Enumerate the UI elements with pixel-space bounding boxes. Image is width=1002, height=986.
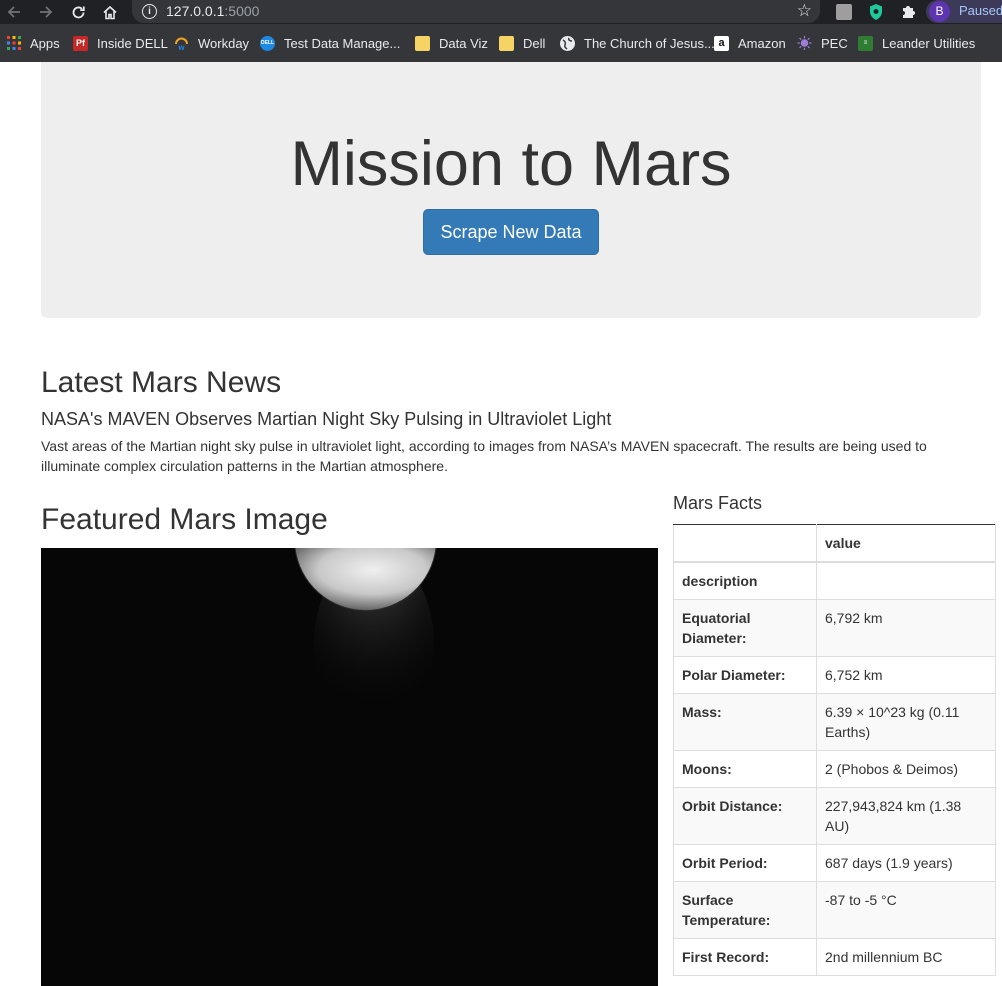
folder-icon	[499, 35, 514, 51]
news-heading: Latest Mars News	[41, 366, 282, 399]
forward-icon[interactable]	[35, 1, 57, 23]
mars-facts-table: value description Equatorial Diameter: 6…	[673, 524, 996, 976]
globe-icon	[560, 35, 575, 51]
profile-button[interactable]: B Paused	[926, 0, 1002, 23]
table-cell	[816, 561, 996, 600]
news-teaser: Vast areas of the Martian night sky puls…	[41, 438, 927, 474]
folder-icon	[415, 35, 430, 51]
featured-mars-image	[41, 548, 658, 986]
bookmark-pec[interactable]: PEC	[797, 34, 848, 52]
shield-extension-icon[interactable]	[866, 2, 886, 22]
table-row: Orbit Period: 687 days (1.9 years)	[673, 844, 996, 882]
bookmark-apps[interactable]: Apps	[6, 34, 60, 52]
bookmark-label: Workday	[198, 35, 250, 51]
fact-label: Polar Diameter:	[673, 656, 817, 694]
bookmark-label: Dell	[523, 35, 546, 51]
bookmark-label: Test Data Manage...	[284, 35, 401, 51]
fact-label: Surface Temperature:	[673, 881, 817, 939]
bookmarks-bar: Apps Pf Inside DELL w Workday DELL Test Da…	[0, 24, 1002, 62]
fact-label: Equatorial Diameter:	[673, 599, 817, 657]
mars-facts-heading: Mars Facts	[673, 493, 763, 513]
bookmark-label: Inside DELL	[97, 35, 168, 51]
bookmark-label: Leander Utilities	[882, 35, 976, 51]
bookmark-workday[interactable]: w Workday	[174, 34, 249, 52]
fact-value: 6.39 × 10^23 kg (0.11 Earths)	[816, 693, 996, 751]
site-info-icon[interactable]: i	[142, 4, 157, 19]
back-icon[interactable]	[3, 1, 25, 23]
bookmark-dell[interactable]: Dell	[499, 34, 545, 52]
fact-label: Mass:	[673, 693, 817, 751]
table-header-cell	[673, 524, 817, 563]
bookmark-label: PEC	[821, 35, 848, 51]
fact-value: 6,752 km	[816, 656, 996, 694]
table-row: Moons: 2 (Phobos & Deimos)	[673, 750, 996, 788]
table-row: Mass: 6.39 × 10^23 kg (0.11 Earths)	[673, 693, 996, 751]
pf-icon: Pf	[73, 35, 88, 51]
bookmark-leander[interactable]: ≡ Leander Utilities	[858, 34, 975, 52]
table-row: First Record: 2nd millennium BC	[673, 938, 996, 976]
table-header-row: value	[673, 524, 996, 563]
fact-value: 2 (Phobos & Deimos)	[816, 750, 996, 788]
fact-label: First Record:	[673, 938, 817, 976]
news-title: NASA's MAVEN Observes Martian Night Sky …	[41, 409, 612, 429]
fact-label: Orbit Period:	[673, 844, 817, 882]
fact-value: 2nd millennium BC	[816, 938, 996, 976]
page-title: Mission to Mars	[290, 129, 732, 199]
profile-status: Paused	[959, 3, 1002, 18]
scrape-new-data-button[interactable]: Scrape New Data	[423, 209, 599, 255]
table-header-cell: value	[816, 524, 996, 563]
puzzle-extensions-icon[interactable]	[898, 2, 918, 22]
home-icon[interactable]	[99, 1, 121, 23]
dell-icon: DELL	[260, 35, 275, 51]
bookmark-amazon[interactable]: a Amazon	[714, 34, 786, 52]
table-row: description	[673, 561, 996, 600]
fact-value: 227,943,824 km (1.38 AU)	[816, 787, 996, 845]
index-label: description	[673, 561, 817, 600]
bookmark-star-icon[interactable]: ☆	[797, 1, 812, 21]
browser-toolbar: i 127.0.0.1:5000 ☆ B Paused	[0, 0, 1002, 24]
fact-label: Orbit Distance:	[673, 787, 817, 845]
svg-text:w: w	[177, 43, 185, 51]
bookmark-label: Amazon	[738, 35, 786, 51]
fact-value: -87 to -5 °C	[816, 881, 996, 939]
jumbotron: Mission to Mars Scrape New Data	[41, 62, 981, 318]
table-row: Surface Temperature: -87 to -5 °C	[673, 881, 996, 939]
featured-heading: Featured Mars Image	[41, 503, 328, 536]
extension-gray-icon[interactable]	[834, 2, 854, 22]
table-row: Polar Diameter: 6,752 km	[673, 656, 996, 694]
avatar: B	[929, 1, 950, 22]
address-bar[interactable]: i 127.0.0.1:5000 ☆	[132, 0, 820, 23]
fact-value: 687 days (1.9 years)	[816, 844, 996, 882]
bookmark-test-data[interactable]: DELL Test Data Manage...	[260, 34, 400, 52]
apps-grid-icon	[6, 36, 21, 51]
table-row: Equatorial Diameter: 6,792 km	[673, 599, 996, 657]
reload-icon[interactable]	[67, 1, 89, 23]
amazon-icon: a	[714, 35, 729, 51]
bookmark-label: The Church of Jesus...	[584, 35, 715, 51]
workday-icon: w	[174, 36, 189, 51]
bookmark-church[interactable]: The Church of Jesus...	[560, 34, 715, 52]
fact-label: Moons:	[673, 750, 817, 788]
bookmark-inside-dell[interactable]: Pf Inside DELL	[73, 34, 168, 52]
bookmark-label: Data Viz	[439, 35, 488, 51]
pec-icon	[797, 35, 812, 51]
bookmark-data-viz[interactable]: Data Viz	[415, 34, 488, 52]
bookmark-label: Apps	[30, 35, 60, 51]
leander-icon: ≡	[858, 35, 873, 51]
fact-value: 6,792 km	[816, 599, 996, 657]
table-row: Orbit Distance: 227,943,824 km (1.38 AU)	[673, 787, 996, 845]
url-text[interactable]: 127.0.0.1:5000	[166, 3, 259, 19]
